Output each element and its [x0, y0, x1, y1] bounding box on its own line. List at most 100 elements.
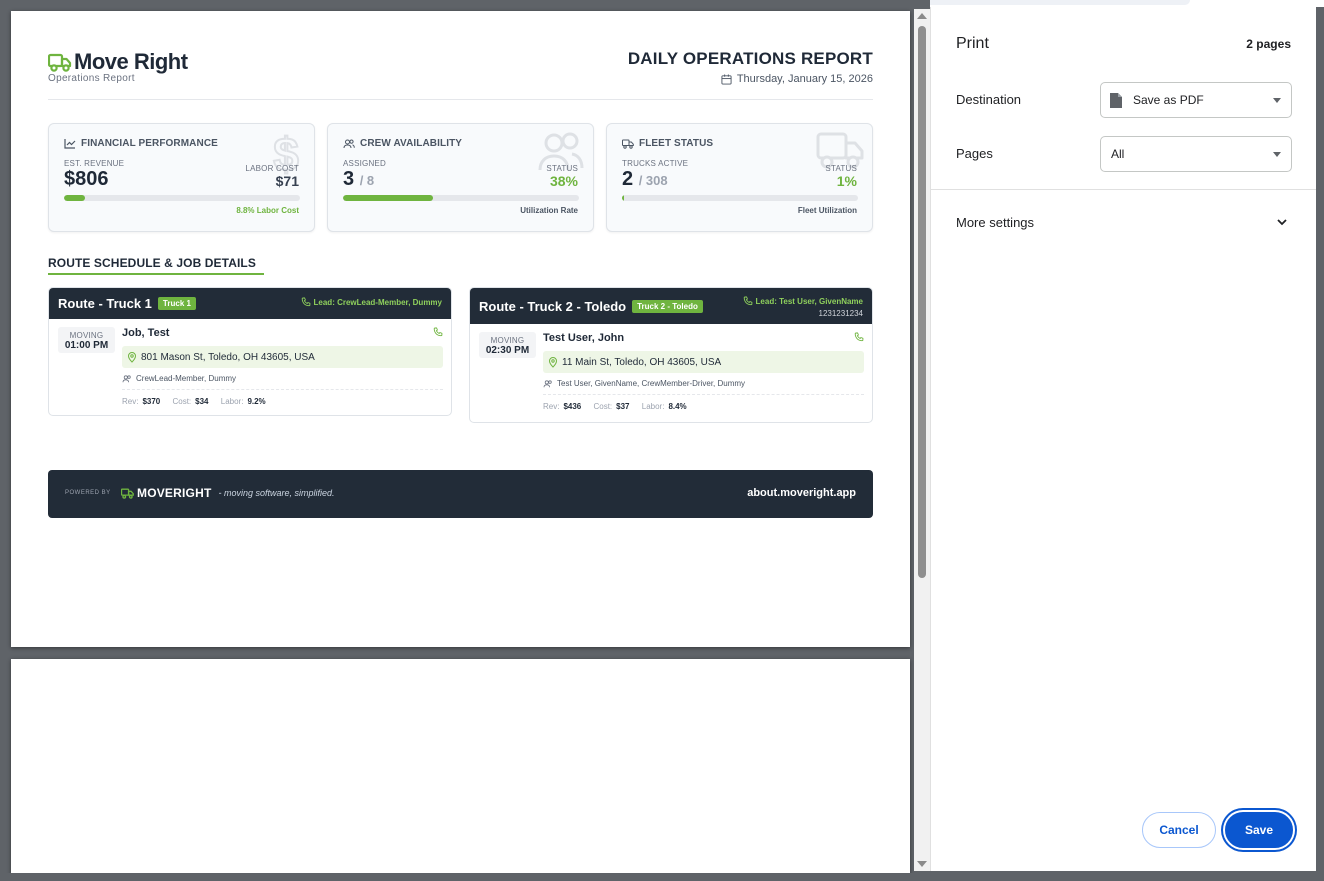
labor-cost-footnote: 8.8% Labor Cost [236, 206, 299, 215]
card-header: FLEET STATUS [622, 138, 713, 149]
labor-value: 8.4% [668, 402, 687, 411]
page-count: 2 pages [1246, 37, 1291, 51]
job-kind: MOVING [490, 336, 525, 345]
job-crew: Test User, GivenName, CrewMember-Driver,… [543, 379, 745, 388]
section-underline [48, 273, 264, 275]
card-header: CREW AVAILABILITY [343, 138, 462, 149]
cancel-button[interactable]: Cancel [1142, 812, 1216, 848]
print-preview-area[interactable]: Move Right Operations Report DAILY OPERA… [0, 0, 930, 873]
fleet-status-card: FLEET STATUS TRUCKS ACTIVE STATUS 2 / 30… [606, 123, 873, 232]
scrollbar-thumb[interactable] [918, 26, 926, 578]
route-card-truck-1: Route - Truck 1 Truck 1 Lead: CrewLead-M… [48, 287, 452, 416]
crew-status-label: STATUS [546, 164, 578, 173]
file-icon [1110, 92, 1122, 108]
chevron-down-icon [1273, 152, 1281, 157]
cost-label: Cost: [593, 402, 613, 411]
job-time: 02:30 PM [485, 345, 530, 356]
labor-label: Labor: [641, 402, 665, 411]
est-revenue-value: $806 [64, 168, 109, 190]
route-lead-text: Lead: Test User, GivenName [755, 296, 863, 306]
utilization-footnote: Utilization Rate [520, 206, 578, 215]
trend-chart-icon [64, 139, 76, 149]
route-lead: Lead: Test User, GivenName [743, 296, 863, 306]
header-divider [48, 99, 873, 100]
job-metrics: Rev: $370 Cost: $34 Labor: 9.2% [122, 397, 276, 406]
rev-label: Rev: [543, 402, 560, 411]
print-dialog-title: Print [956, 35, 989, 52]
preview-page-2 [11, 659, 910, 873]
users-icon [543, 379, 552, 387]
pages-select[interactable]: All [1100, 136, 1292, 172]
job-divider [543, 394, 864, 395]
cost-value: $37 [616, 402, 630, 411]
pages-value: All [1111, 147, 1125, 161]
job-metrics: Rev: $436 Cost: $37 Labor: 8.4% [543, 402, 697, 411]
job-name: Job, Test [122, 327, 170, 339]
destination-value: Save as PDF [1133, 93, 1204, 107]
report-date: Thursday, January 15, 2026 [721, 73, 873, 85]
labor-cost-value: $71 [275, 173, 299, 189]
truck-tag: Truck 1 [157, 297, 196, 310]
route-title: Route - Truck 2 - Toledo [479, 298, 627, 314]
more-settings-label: More settings [956, 215, 1035, 230]
trucks-total: / 308 [638, 173, 668, 188]
route-header: Route - Truck 2 - Toledo Truck 2 - Toled… [470, 288, 872, 324]
est-revenue-label: EST. REVENUE [64, 159, 125, 168]
route-card-truck-2: Route - Truck 2 - Toledo Truck 2 - Toled… [469, 287, 873, 423]
chevron-down-icon [1273, 98, 1281, 103]
job-time-box: MOVING 02:30 PM [479, 332, 536, 358]
footer-brand: MOVERIGHT - moving software, simplified. [121, 486, 335, 500]
card-title: CREW AVAILABILITY [360, 138, 463, 149]
report-date-text: Thursday, January 15, 2026 [736, 73, 873, 85]
labor-cost-label: LABOR COST [245, 164, 299, 173]
assigned-label: ASSIGNED [343, 159, 386, 168]
top-strip-tab [900, 0, 1190, 5]
fleet-utilization-progress-bar [622, 195, 858, 201]
scroll-up-arrow-icon[interactable] [917, 13, 927, 19]
dialog-divider [931, 189, 1316, 190]
scroll-down-arrow-icon[interactable] [917, 861, 927, 867]
map-pin-icon [548, 356, 558, 368]
footer-tagline: - moving software, simplified. [218, 488, 335, 498]
route-title: Route - Truck 1 [58, 296, 152, 311]
truck-icon [48, 53, 72, 72]
route-lead: Lead: CrewLead-Member, Dummy [301, 297, 442, 307]
pages-label: Pages [956, 146, 993, 161]
save-button[interactable]: Save [1225, 812, 1293, 848]
powered-by-label: POWERED BY [65, 490, 111, 496]
print-dialog: Print 2 pages Destination Save as PDF Pa… [930, 7, 1316, 871]
phone-icon [301, 297, 310, 307]
progress-fill [64, 195, 85, 201]
section-title: ROUTE SCHEDULE & JOB DETAILS [48, 256, 256, 270]
assigned-count: 3 [343, 168, 355, 190]
job-time-box: MOVING 01:00 PM [58, 327, 115, 353]
fleet-status-value: 1% [836, 173, 857, 189]
phone-icon [854, 332, 864, 342]
financial-performance-card: $ FINANCIAL PERFORMANCE EST. REVENUE LAB… [48, 123, 315, 232]
job-address-text: 11 Main St, Toledo, OH 43605, USA [562, 356, 722, 368]
destination-select[interactable]: Save as PDF [1100, 82, 1292, 118]
map-pin-icon [127, 351, 137, 363]
phone-icon [433, 327, 443, 337]
calendar-icon [721, 73, 732, 85]
route-header: Route - Truck 1 Truck 1 Lead: CrewLead-M… [49, 288, 451, 319]
truck-icon [121, 488, 134, 499]
job-kind: MOVING [69, 331, 104, 340]
job-row: MOVING 02:30 PM Test User, John 11 Main … [470, 324, 872, 420]
job-crew-text: CrewLead-Member, Dummy [136, 374, 237, 383]
job-row: MOVING 01:00 PM Job, Test 801 Mason St, … [49, 319, 451, 415]
brand-name: Move Right [74, 49, 188, 74]
job-address: 11 Main St, Toledo, OH 43605, USA [543, 351, 864, 373]
brand-logo: Move Right [48, 49, 188, 75]
job-crew-text: Test User, GivenName, CrewMember-Driver,… [557, 379, 746, 388]
phone-icon [743, 296, 752, 306]
labor-label: Labor: [220, 397, 244, 406]
route-lead-text: Lead: CrewLead-Member, Dummy [313, 297, 442, 307]
cost-value: $34 [195, 397, 209, 406]
crew-status-value: 38% [549, 173, 578, 189]
fleet-utilization-footnote: Fleet Utilization [797, 206, 857, 215]
more-settings-toggle[interactable]: More settings [956, 215, 1292, 235]
cost-label: Cost: [172, 397, 192, 406]
report-title: DAILY OPERATIONS REPORT [627, 49, 873, 68]
preview-scrollbar[interactable] [914, 9, 930, 871]
